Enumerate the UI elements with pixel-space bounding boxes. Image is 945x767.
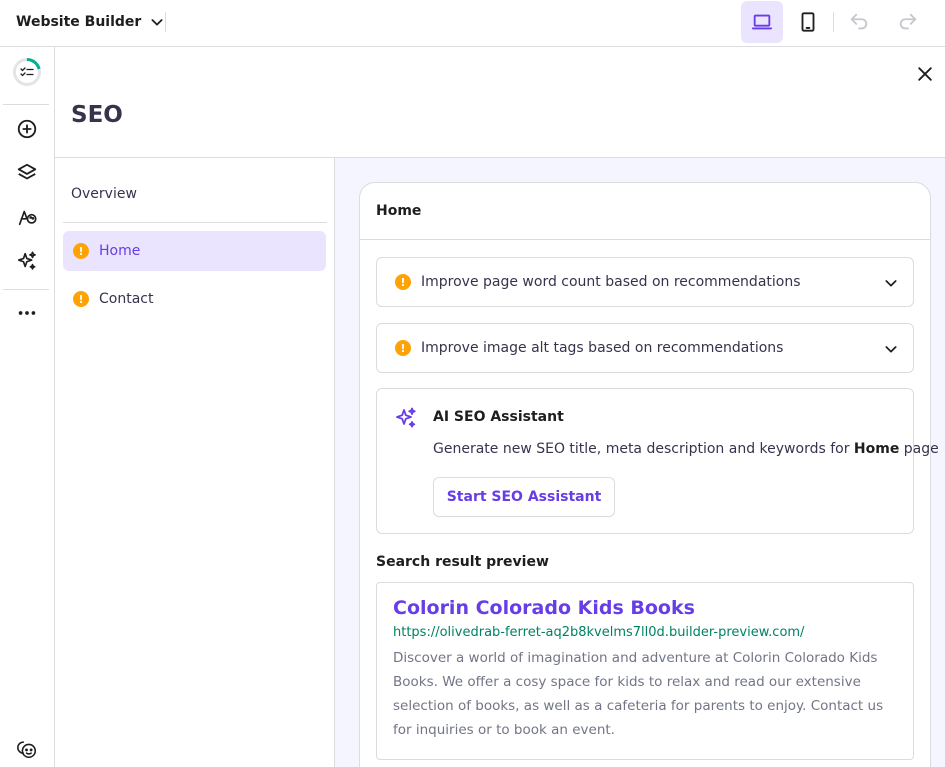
search-result-preview: Colorin Colorado Kids Books https://oliv… [376,582,914,760]
overview-link[interactable]: Overview [71,186,137,202]
add-element-button[interactable] [10,112,44,146]
recommendation-word-count[interactable]: ! Improve page word count based on recom… [376,257,914,307]
undo-button[interactable] [838,1,880,43]
ai-seo-assistant: AI SEO Assistant Generate new SEO title,… [376,388,939,534]
top-bar: Website Builder [0,0,945,47]
sparkles-icon [17,251,36,270]
app-name: Website Builder [16,14,142,30]
preview-title: Colorin Colorado Kids Books [393,597,695,619]
app-switcher[interactable]: Website Builder [16,0,165,44]
palette-icon [18,210,37,226]
ai-desc-prefix: Generate new SEO title, meta description… [433,441,854,457]
divider [3,289,49,290]
more-icon [18,311,36,315]
layers-icon [17,163,37,180]
panel-header: SEO [55,47,945,158]
mobile-view-button[interactable] [787,1,829,43]
start-seo-assistant-button[interactable]: Start SEO Assistant [433,477,615,517]
recommendation-alt-tags[interactable]: ! Improve image alt tags based on recomm… [376,323,914,373]
page-item-label: Contact [99,291,154,307]
ai-desc-suffix: page [899,441,939,457]
styles-button[interactable] [10,200,44,234]
ai-desc-page: Home [853,441,900,457]
divider [833,12,834,32]
laptop-icon [751,14,773,30]
seo-content: Home ! Improve page word count based on … [335,158,945,767]
recommendation-label: Improve page word count based on recomme… [421,274,801,290]
more-button[interactable] [10,296,44,330]
redo-button[interactable] [887,1,929,43]
close-button[interactable] [913,62,937,86]
chevron-down-icon [885,280,897,287]
chevron-down-icon [151,19,163,26]
card-title: Home [360,183,930,240]
add-circle-icon [17,119,37,139]
warning-icon: ! [395,274,411,290]
warning-icon: ! [73,291,89,307]
divider [165,12,166,32]
search-preview-label: Search result preview [376,554,549,570]
ai-tools-button[interactable] [10,244,44,278]
ai-assistant-description: Generate new SEO title, meta description… [433,441,939,457]
warning-icon: ! [73,243,89,259]
warning-icon: ! [395,340,411,356]
page-title: SEO [71,102,123,128]
progress-checklist-button[interactable] [12,57,42,87]
ai-assistant-title: AI SEO Assistant [433,409,564,425]
close-icon [918,67,932,81]
desktop-view-button[interactable] [741,1,783,43]
recommendation-label: Improve image alt tags based on recommen… [421,340,784,356]
divider [63,222,327,223]
sparkles-icon [396,407,416,428]
page-item-label: Home [99,243,141,259]
layers-button[interactable] [10,156,44,190]
feedback-button[interactable] [10,732,44,766]
face-icon [17,741,37,759]
page-item-home[interactable]: ! Home [63,231,326,271]
progress-checklist-icon [13,58,41,86]
page-list: Overview ! Home ! Contact [55,158,335,767]
chevron-down-icon [885,346,897,353]
preview-description: Discover a world of imagination and adve… [393,650,884,738]
left-rail [0,47,55,767]
page-item-contact[interactable]: ! Contact [63,279,326,319]
divider [3,104,49,105]
undo-icon [850,13,868,30]
preview-url: https://olivedrab-ferret-aq2b8kvelms7ll0… [393,625,805,640]
redo-icon [899,13,917,30]
page-seo-card: Home ! Improve page word count based on … [359,182,939,767]
mobile-icon [801,12,815,32]
